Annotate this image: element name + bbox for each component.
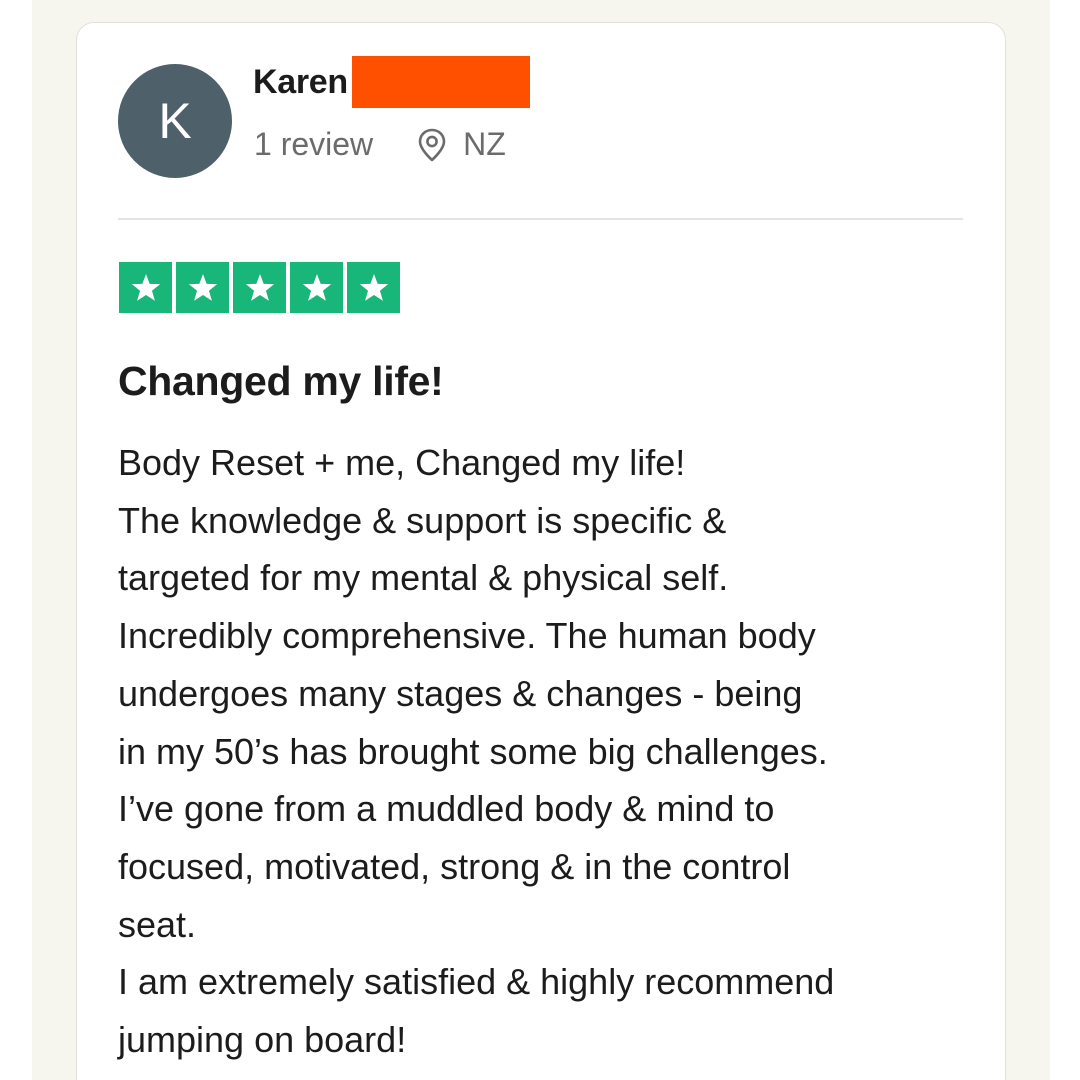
star-icon (290, 262, 343, 313)
review-body: Body Reset + me, Changed my life! The kno… (118, 434, 998, 1069)
review-body-line: Incredibly comprehensive. The human body (118, 615, 816, 657)
review-count: 1 review (254, 126, 374, 162)
reviewer-name-row: Karen (253, 56, 530, 108)
reviewer-location: NZ (463, 126, 506, 162)
star-rating (119, 262, 400, 313)
star-icon (347, 262, 400, 313)
review-body-line: seat. (118, 903, 197, 945)
review-body-line: targeted for my mental & physical self. (118, 557, 729, 599)
reviewer-meta: 1 review NZ (254, 126, 506, 163)
review-body-line: The knowledge & support is specific & (118, 499, 727, 541)
divider (118, 218, 963, 220)
review-body-line: I’ve gone from a muddled body & mind to (118, 788, 775, 830)
review-body-line: focused, motivated, strong & in the cont… (118, 845, 791, 887)
star-icon (233, 262, 286, 313)
review-body-line: Body Reset + me, Changed my life! (118, 442, 686, 483)
redaction-block (351, 56, 530, 108)
avatar-initial: K (158, 93, 192, 149)
reviewer-name[interactable]: Karen (253, 63, 348, 102)
review-title: Changed my life! (118, 358, 444, 404)
avatar[interactable]: K (118, 64, 232, 178)
location-pin-icon (417, 128, 447, 162)
review-body-line: I am extremely satisfied & highly recomm… (118, 961, 835, 1003)
page-margin-left (0, 0, 32, 1080)
review-body-line: jumping on board! (118, 1019, 407, 1061)
page-margin-right (1050, 0, 1080, 1080)
star-icon (119, 262, 172, 313)
star-icon (176, 262, 229, 313)
review-body-line: undergoes many stages & changes - being (118, 672, 803, 714)
review-body-line: in my 50’s has brought some big challeng… (118, 730, 828, 772)
